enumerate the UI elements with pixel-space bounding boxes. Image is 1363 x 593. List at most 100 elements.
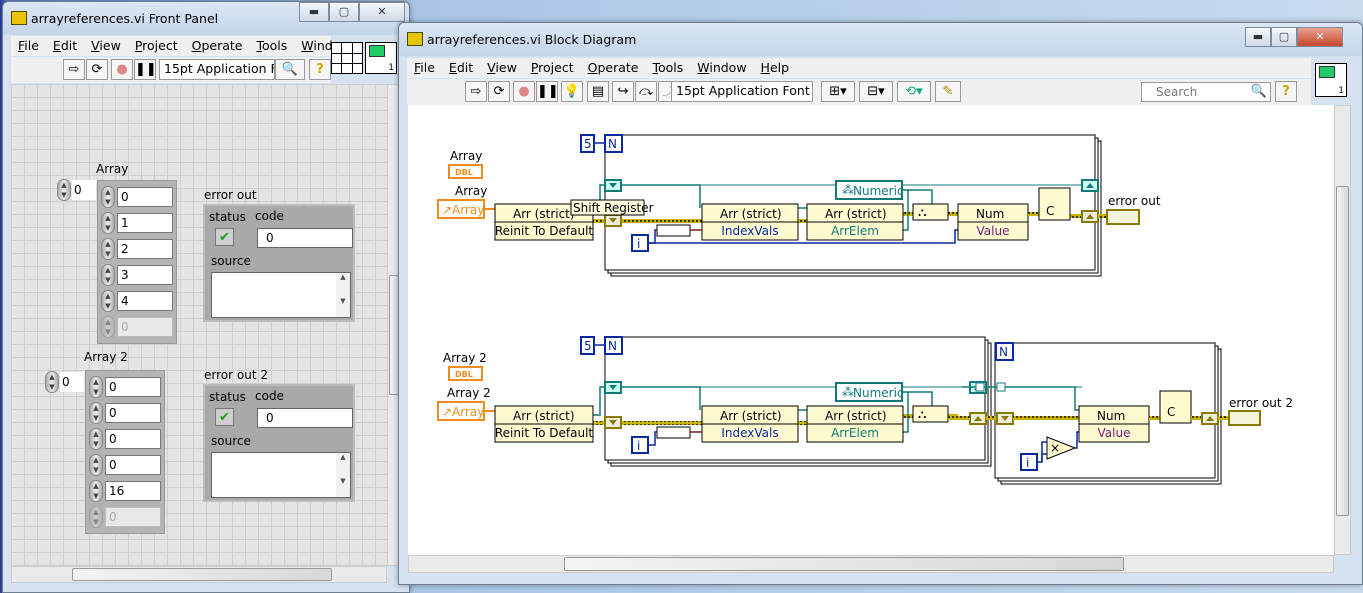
source-field[interactable]: ▲ ▼ xyxy=(211,272,351,318)
menu-tools[interactable]: Tools xyxy=(645,58,690,78)
source-scrollbar[interactable]: ▲ ▼ xyxy=(336,453,350,497)
array-element[interactable]: ▲ ▼ 3 xyxy=(101,262,173,288)
abort-icon[interactable]: ● xyxy=(111,59,133,80)
array-element[interactable]: ▲ ▼ 2 xyxy=(101,236,173,262)
increment-decrement-icon[interactable]: ▲ ▼ xyxy=(89,480,103,502)
menu-bar: FileEditViewProjectOperateToolsWindow xyxy=(11,36,351,56)
array-element[interactable]: ▲ ▼ 1 xyxy=(101,210,173,236)
menu-view[interactable]: View xyxy=(84,36,128,56)
search-icon[interactable]: 🔍 xyxy=(275,59,305,80)
element-value[interactable]: 3 xyxy=(117,265,173,285)
increment-decrement-icon[interactable]: ▲ ▼ xyxy=(89,376,103,398)
font-selector[interactable]: 15pt Application Fon xyxy=(159,59,275,80)
increment-decrement-icon[interactable]: ▲ ▼ xyxy=(101,238,115,260)
element-value[interactable]: 0 xyxy=(105,377,161,397)
element-value[interactable]: 4 xyxy=(117,291,173,311)
array-element[interactable]: ▲ ▼ 0 xyxy=(89,452,161,478)
increment-decrement-icon[interactable]: ▲ ▼ xyxy=(89,402,103,424)
menu-operate[interactable]: Operate xyxy=(581,58,646,78)
highlight-execution-icon[interactable]: 💡 xyxy=(561,81,583,102)
element-value[interactable]: 0 xyxy=(117,317,173,337)
error-out-cluster: status code ✔ 0 source ▲ ▼ xyxy=(203,204,355,322)
array-index-control[interactable]: ▲ ▼ 0 xyxy=(57,179,96,201)
increment-decrement-icon[interactable]: ▲ ▼ xyxy=(101,212,115,234)
run-continuously-icon[interactable]: ⟳ xyxy=(86,59,108,80)
menu-edit[interactable]: Edit xyxy=(46,36,84,56)
clean-up-diagram-icon[interactable]: ✎ xyxy=(935,81,961,102)
toolbar: ⇨ ⟳ ● ❚❚ 15pt Application Fon 🔍 ? xyxy=(11,57,331,83)
array-2-index-control[interactable]: ▲ ▼ 0 xyxy=(45,371,84,393)
element-value[interactable]: 0 xyxy=(117,187,173,207)
menu-tools[interactable]: Tools xyxy=(249,36,294,56)
menu-project[interactable]: Project xyxy=(128,36,185,56)
front-panel-window: arrayreferences.vi Front Panel ▬ ▢ ✕ Fil… xyxy=(2,1,410,593)
maximize-button[interactable]: ▢ xyxy=(329,2,359,22)
step-over-icon[interactable]: ⤼ xyxy=(635,81,657,102)
step-into-icon[interactable]: ↪ xyxy=(612,81,634,102)
increment-decrement-icon[interactable]: ▲ ▼ xyxy=(101,290,115,312)
menu-edit[interactable]: Edit xyxy=(442,58,480,78)
menu-help[interactable]: Help xyxy=(754,58,797,78)
close-button[interactable]: ✕ xyxy=(359,2,405,22)
menu-file[interactable]: File xyxy=(407,58,442,78)
menu-window[interactable]: Window xyxy=(690,58,753,78)
reorder-icon[interactable]: ⟲▾ xyxy=(897,81,931,102)
pause-icon[interactable]: ❚❚ xyxy=(134,59,157,80)
font-selector[interactable]: 15pt Application Font ▾ xyxy=(671,81,813,102)
array-element[interactable]: ▲ ▼ 0 xyxy=(89,400,161,426)
run-arrow-icon[interactable]: ⇨ xyxy=(63,59,85,80)
increment-decrement-icon[interactable]: ▲ ▼ xyxy=(89,428,103,450)
array-element[interactable]: ▲ ▼ 4 xyxy=(101,288,173,314)
retain-wire-values-icon[interactable]: ▤ xyxy=(587,81,609,102)
horizontal-scrollbar[interactable] xyxy=(408,555,1334,573)
array-element[interactable]: ▲ ▼ 0 xyxy=(89,426,161,452)
increment-decrement-icon[interactable]: ▲ ▼ xyxy=(101,186,115,208)
close-button[interactable]: ✕ xyxy=(1297,27,1343,47)
element-value[interactable]: 0 xyxy=(105,507,161,527)
array-element[interactable]: ▲ ▼ 0 xyxy=(101,314,173,340)
code-value: 0 xyxy=(257,228,353,248)
block-diagram-window: arrayreferences.vi Block Diagram ▬ ▢ ✕ F… xyxy=(398,22,1363,585)
horizontal-scrollbar[interactable] xyxy=(11,566,387,583)
array-element[interactable]: ▲ ▼ 0 xyxy=(101,184,173,210)
menu-view[interactable]: View xyxy=(480,58,524,78)
array-element[interactable]: ▲ ▼ 0 xyxy=(89,504,161,530)
element-value[interactable]: 0 xyxy=(105,429,161,449)
distribute-objects-icon[interactable]: ⊟▾ xyxy=(859,81,893,102)
menu-operate[interactable]: Operate xyxy=(185,36,250,56)
source-scrollbar[interactable]: ▲ ▼ xyxy=(336,273,350,317)
search-icon[interactable]: 🔍 xyxy=(1249,82,1269,102)
array-element[interactable]: ▲ ▼ 16 xyxy=(89,478,161,504)
vi-icon: 1 xyxy=(365,42,397,74)
vertical-scrollbar[interactable] xyxy=(1334,105,1351,555)
element-value[interactable]: 16 xyxy=(105,481,161,501)
minimize-button[interactable]: ▬ xyxy=(299,2,329,22)
help-icon[interactable]: ? xyxy=(309,59,331,80)
increment-decrement-icon[interactable]: ▲ ▼ xyxy=(101,316,115,338)
code-label: code xyxy=(255,209,284,223)
array-element[interactable]: ▲ ▼ 0 xyxy=(89,374,161,400)
window-title: arrayreferences.vi Front Panel xyxy=(31,11,219,26)
element-value[interactable]: 0 xyxy=(105,455,161,475)
maximize-button[interactable]: ▢ xyxy=(1271,27,1297,47)
menu-project[interactable]: Project xyxy=(524,58,581,78)
abort-icon[interactable]: ● xyxy=(513,81,535,102)
element-value[interactable]: 1 xyxy=(117,213,173,233)
increment-decrement-icon[interactable]: ▲ ▼ xyxy=(89,454,103,476)
element-value[interactable]: 2 xyxy=(117,239,173,259)
menu-file[interactable]: File xyxy=(11,36,46,56)
source-label: source xyxy=(211,254,251,268)
source-field[interactable]: ▲ ▼ xyxy=(211,452,351,498)
help-icon[interactable]: ? xyxy=(1275,81,1297,102)
increment-decrement-icon[interactable]: ▲ ▼ xyxy=(89,506,103,528)
run-continuously-icon[interactable]: ⟳ xyxy=(488,81,510,102)
window-title: arrayreferences.vi Block Diagram xyxy=(427,32,637,47)
array-control: ▲ ▼ 0 ▲ ▼ 1 ▲ ▼ 2 ▲ ▼ 3 ▲ ▼ 4 ▲ ▼ 0 xyxy=(97,180,177,344)
pause-icon[interactable]: ❚❚ xyxy=(536,81,559,102)
element-value[interactable]: 0 xyxy=(105,403,161,423)
block-diagram-canvas xyxy=(408,105,1334,555)
align-objects-icon[interactable]: ⊞▾ xyxy=(821,81,855,102)
increment-decrement-icon[interactable]: ▲ ▼ xyxy=(101,264,115,286)
run-arrow-icon[interactable]: ⇨ xyxy=(465,81,487,102)
minimize-button[interactable]: ▬ xyxy=(1245,27,1271,47)
